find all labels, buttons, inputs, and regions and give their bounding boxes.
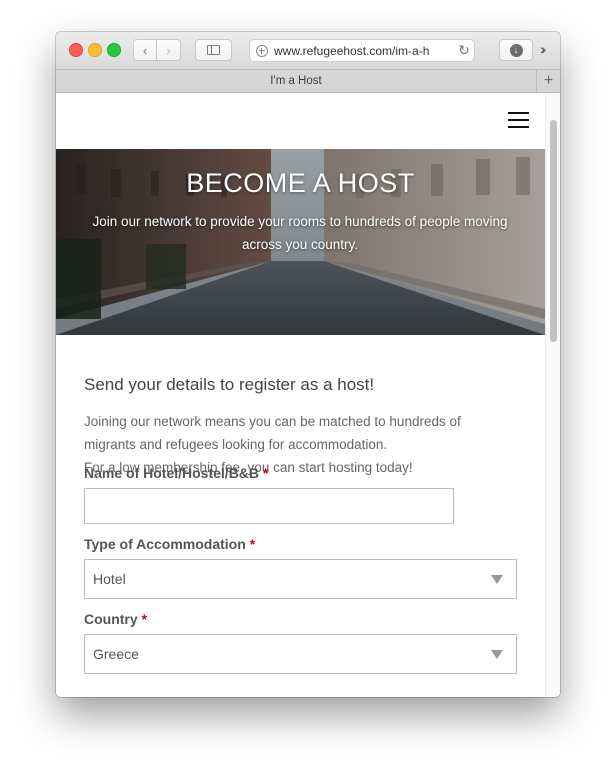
chevron-right-icon: ›: [166, 42, 171, 58]
chevron-down-icon: [491, 575, 503, 584]
chevron-left-icon: ‹: [142, 42, 148, 58]
accommodation-type-select[interactable]: Hotel: [84, 559, 517, 599]
scrollbar-thumb[interactable]: [550, 120, 557, 342]
accommodation-name-input[interactable]: [84, 488, 454, 524]
tab-bar: I'm a Host +: [56, 69, 560, 93]
new-tab-button[interactable]: +: [536, 70, 560, 92]
sidebar-toggle-button[interactable]: [195, 39, 232, 61]
reload-icon[interactable]: ↻: [454, 42, 474, 59]
address-bar[interactable]: www.refugeehost.com/im-a-h ↻: [249, 39, 475, 62]
form-heading: Send your details to register as a host!: [84, 375, 375, 394]
minimize-window-button[interactable]: [88, 43, 102, 57]
hero-title: BECOME A HOST: [186, 168, 415, 198]
plus-circle-icon[interactable]: [256, 44, 268, 57]
required-mark: *: [262, 465, 269, 481]
required-mark: *: [141, 611, 148, 627]
tab-active[interactable]: I'm a Host: [56, 70, 536, 92]
type-field-label: Type of Accommodation *: [84, 536, 256, 552]
browser-window: ‹ › www.refugeehost.com/im-a-h ↻ ↓ ›› I'…: [56, 32, 560, 697]
zoom-window-button[interactable]: [107, 43, 121, 57]
vertical-scrollbar[interactable]: [545, 93, 560, 697]
intro-line: Joining our network means you can be mat…: [84, 414, 461, 429]
url-text[interactable]: www.refugeehost.com/im-a-h: [274, 44, 454, 58]
country-select[interactable]: Greece: [84, 634, 517, 674]
page-viewport: BECOME A HOST Join our network to provid…: [56, 93, 560, 697]
hamburger-menu-icon[interactable]: [508, 110, 529, 130]
selected-value: Hotel: [93, 571, 126, 587]
sidebar-icon: [207, 45, 220, 55]
country-field-label: Country *: [84, 611, 148, 627]
download-icon: ↓: [509, 43, 523, 57]
chevron-down-icon: [491, 650, 503, 659]
close-window-button[interactable]: [69, 43, 83, 57]
selected-value: Greece: [93, 646, 139, 662]
name-field-label: Name of Hotel/Hostel/B&B *: [84, 465, 269, 481]
hero-subtitle: Join our network to provide your rooms t…: [92, 214, 508, 252]
intro-line: migrants and refugees looking for accomm…: [84, 437, 388, 452]
hero-banner: BECOME A HOST Join our network to provid…: [56, 149, 545, 335]
downloads-button[interactable]: ↓: [499, 39, 533, 61]
back-button[interactable]: ‹: [133, 39, 157, 61]
required-mark: *: [249, 536, 256, 552]
site-header: [56, 93, 545, 149]
browser-toolbar: ‹ › www.refugeehost.com/im-a-h ↻ ↓ ››: [56, 32, 560, 69]
chevron-double-right-icon[interactable]: ››: [540, 41, 547, 57]
forward-button[interactable]: ›: [157, 39, 181, 61]
